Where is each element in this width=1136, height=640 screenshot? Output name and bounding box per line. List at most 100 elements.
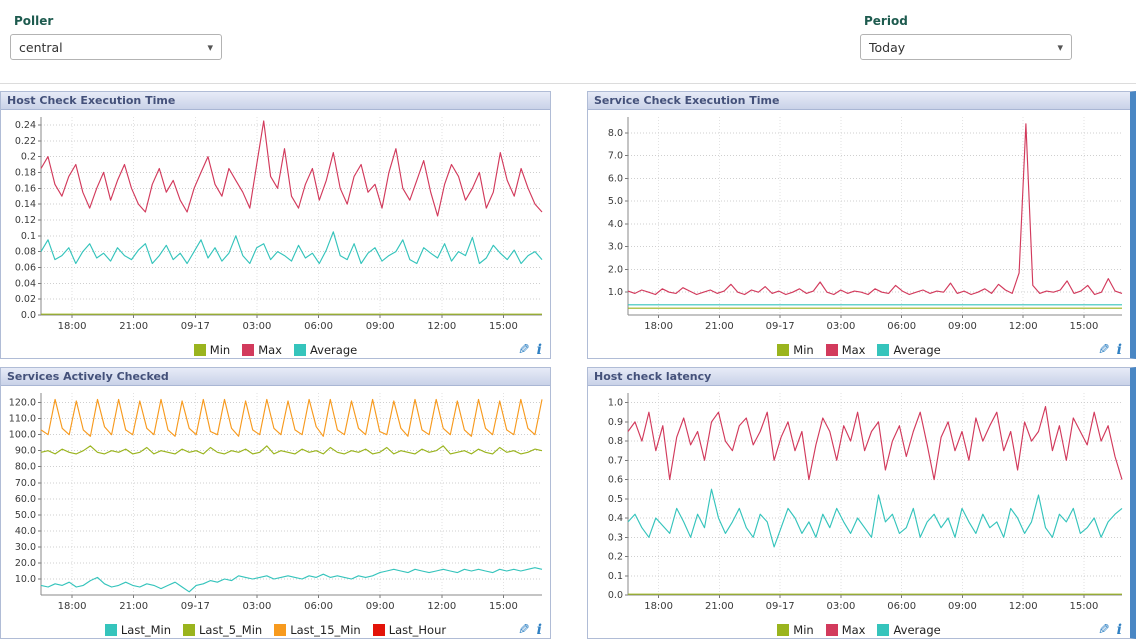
- svg-text:0.5: 0.5: [608, 494, 623, 505]
- footer-icons: ✎ i: [518, 623, 542, 637]
- edit-icon[interactable]: ✎: [518, 623, 530, 637]
- svg-text:18:00: 18:00: [644, 601, 673, 612]
- svg-text:0.6: 0.6: [608, 475, 623, 486]
- svg-text:10.0: 10.0: [15, 574, 36, 585]
- legend-swatch: [294, 344, 306, 356]
- legend-swatch: [274, 624, 286, 636]
- period-select-value: Today: [869, 40, 1057, 55]
- panel-title: Services Actively Checked: [1, 368, 550, 386]
- chart-svg: 18:0021:0009-1703:0006:0009:0012:0015:00…: [588, 110, 1130, 334]
- legend-swatch: [777, 344, 789, 356]
- svg-text:2.0: 2.0: [608, 264, 623, 275]
- svg-text:80.0: 80.0: [15, 462, 36, 473]
- legend-item: Max: [242, 343, 282, 357]
- svg-text:09-17: 09-17: [181, 321, 210, 332]
- series-max: [41, 121, 542, 216]
- svg-text:12:00: 12:00: [427, 321, 456, 332]
- svg-text:21:00: 21:00: [119, 321, 148, 332]
- legend-item: Min: [194, 343, 230, 357]
- info-icon[interactable]: i: [537, 623, 542, 637]
- legend-swatch: [194, 344, 206, 356]
- svg-text:1.0: 1.0: [608, 398, 623, 409]
- legend: Last_MinLast_5_MinLast_15_MinLast_Hour: [105, 623, 446, 637]
- svg-text:03:00: 03:00: [826, 601, 855, 612]
- series-max: [628, 124, 1122, 295]
- chevron-down-icon: ▾: [1057, 41, 1063, 54]
- edit-icon[interactable]: ✎: [1098, 343, 1110, 357]
- svg-text:09:00: 09:00: [948, 321, 977, 332]
- footer-icons: ✎ i: [1098, 623, 1122, 637]
- panel-service-check-execution-time: Service Check Execution Time 18:0021:000…: [587, 91, 1136, 359]
- svg-text:09:00: 09:00: [366, 321, 395, 332]
- legend-item: Last_Hour: [373, 623, 446, 637]
- edit-icon[interactable]: ✎: [518, 343, 530, 357]
- legend-label: Max: [258, 343, 282, 357]
- panel-host-check-latency: Host check latency 18:0021:0009-1703:000…: [587, 367, 1136, 639]
- svg-text:0.0: 0.0: [21, 310, 36, 321]
- panels-grid: Host Check Execution Time 18:00 21:00 09-1…: [0, 91, 1136, 639]
- legend-item: Max: [826, 623, 866, 637]
- legend-label: Min: [793, 343, 813, 357]
- info-icon[interactable]: i: [1117, 343, 1122, 357]
- svg-text:0.8: 0.8: [608, 436, 623, 447]
- svg-text:18:00: 18:00: [58, 601, 87, 612]
- chart-host-check-latency: 18:0021:0009-1703:0006:0009:0012:0015:00…: [588, 386, 1130, 618]
- svg-text:03:00: 03:00: [243, 601, 272, 612]
- svg-text:0.06: 0.06: [15, 262, 36, 273]
- period-select[interactable]: Today ▾: [860, 34, 1072, 60]
- svg-text:0.1: 0.1: [21, 231, 36, 242]
- svg-text:0.08: 0.08: [15, 247, 36, 258]
- filter-bar: Poller central ▾ Period Today ▾: [0, 0, 1136, 84]
- series-max: [628, 407, 1122, 480]
- svg-text:1.0: 1.0: [608, 287, 623, 298]
- svg-text:0.7: 0.7: [608, 455, 623, 466]
- svg-text:0.16: 0.16: [15, 183, 36, 194]
- dashboard-page: Poller central ▾ Period Today ▾ Host Che…: [0, 0, 1136, 640]
- legend-item: Average: [877, 343, 940, 357]
- svg-text:06:00: 06:00: [304, 321, 333, 332]
- poller-select[interactable]: central ▾: [10, 34, 222, 60]
- legend-swatch: [242, 344, 254, 356]
- panel-title: Host Check Execution Time: [1, 92, 550, 110]
- legend-label: Max: [842, 623, 866, 637]
- legend: MinMaxAverage: [777, 343, 940, 357]
- chart-services-actively-checked: 18:0021:0009-1703:0006:0009:0012:0015:00…: [1, 386, 550, 618]
- series-average: [41, 232, 542, 264]
- svg-text:0.22: 0.22: [15, 136, 36, 147]
- svg-text:03:00: 03:00: [243, 321, 272, 332]
- svg-text:8.0: 8.0: [608, 128, 623, 139]
- svg-text:0.04: 0.04: [15, 278, 36, 289]
- info-icon[interactable]: i: [1117, 623, 1122, 637]
- svg-text:50.0: 50.0: [15, 510, 36, 521]
- svg-text:0.2: 0.2: [608, 552, 623, 563]
- legend-item: Average: [294, 343, 357, 357]
- legend-label: Average: [893, 623, 940, 637]
- legend-label: Average: [893, 343, 940, 357]
- legend-item: Last_15_Min: [274, 623, 361, 637]
- legend: Min Max Average: [194, 343, 357, 357]
- legend-label: Last_Min: [121, 623, 171, 637]
- chevron-down-icon: ▾: [207, 41, 213, 54]
- chart-svg: 18:0021:0009-1703:0006:0009:0012:0015:00…: [588, 386, 1130, 614]
- info-icon[interactable]: i: [537, 343, 542, 357]
- footer-icons: ✎ i: [518, 343, 542, 357]
- chart-svg: 18:00 21:00 09-17 03:00 06:00 09:00 12:00 15:00…: [1, 110, 550, 334]
- svg-text:20.0: 20.0: [15, 558, 36, 569]
- svg-text:70.0: 70.0: [15, 478, 36, 489]
- svg-text:0.0: 0.0: [608, 590, 623, 601]
- edit-icon[interactable]: ✎: [1098, 623, 1110, 637]
- svg-text:6.0: 6.0: [608, 173, 623, 184]
- svg-text:5.0: 5.0: [608, 196, 623, 207]
- svg-text:09-17: 09-17: [766, 601, 795, 612]
- svg-text:18:00: 18:00: [58, 321, 87, 332]
- svg-text:7.0: 7.0: [608, 151, 623, 162]
- panel-services-actively-checked: Services Actively Checked 18:0021:0009-1…: [0, 367, 551, 639]
- legend-label: Min: [793, 623, 813, 637]
- svg-text:15:00: 15:00: [1070, 321, 1099, 332]
- panel-title: Host check latency: [588, 368, 1130, 386]
- legend-swatch: [877, 344, 889, 356]
- legend-swatch: [777, 624, 789, 636]
- poller-label: Poller: [14, 14, 222, 28]
- svg-text:15:00: 15:00: [489, 321, 518, 332]
- svg-text:30.0: 30.0: [15, 542, 36, 553]
